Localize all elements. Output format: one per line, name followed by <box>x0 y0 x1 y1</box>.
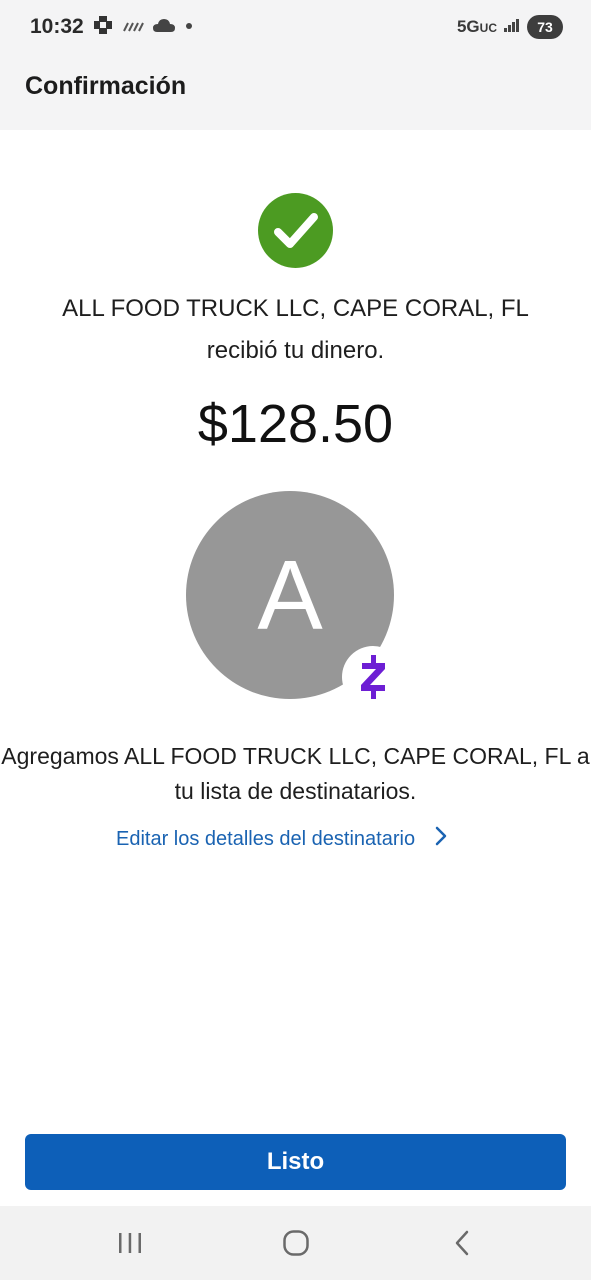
status-icons-left <box>92 14 194 40</box>
network-label: 5GUC <box>457 17 497 37</box>
added-recipient-message: Agregamos ALL FOOD TRUCK LLC, CAPE CORAL… <box>1 743 590 769</box>
avatar-letter: A <box>257 540 323 650</box>
status-icons-right: 5GUC 73 <box>457 14 563 40</box>
chase-icon <box>92 14 114 41</box>
received-message: recibió tu dinero. <box>206 337 385 364</box>
added-recipient-message-cont: tu lista de destinatarios. <box>174 778 417 804</box>
recents-icon[interactable] <box>100 1218 160 1268</box>
done-button[interactable]: Listo <box>25 1134 566 1190</box>
status-time: 10:32 <box>30 15 84 38</box>
zelle-logo-icon <box>342 646 404 708</box>
home-icon[interactable] <box>266 1218 326 1268</box>
cell-signal-icon <box>503 17 521 38</box>
battery-indicator: 73 <box>527 15 563 39</box>
chevron-right-icon <box>435 826 447 852</box>
back-icon[interactable] <box>432 1218 492 1268</box>
network-type: 5G <box>456 17 480 36</box>
system-nav-bar <box>0 1206 591 1280</box>
signal-bars-icon <box>122 17 144 38</box>
status-bar: 10:32 5GUC 73 <box>0 0 591 56</box>
edit-recipient-link[interactable]: Editar los detalles del destinatario <box>116 824 447 854</box>
app-header: Confirmación <box>0 56 591 130</box>
edit-recipient-label: Editar los detalles del destinatario <box>116 827 416 850</box>
payment-amount: $128.50 <box>197 394 394 454</box>
network-suffix: UC <box>479 21 497 35</box>
success-check-icon <box>258 193 333 268</box>
dot-icon <box>184 18 194 36</box>
page-title: Confirmación <box>25 72 187 100</box>
recipient-name: ALL FOOD TRUCK LLC, CAPE CORAL, FL <box>62 295 529 322</box>
cloud-icon <box>152 17 176 38</box>
